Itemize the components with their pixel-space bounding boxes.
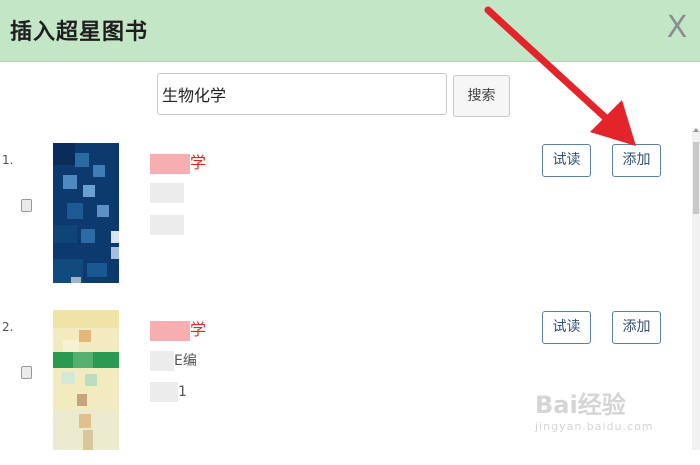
redacted-text — [150, 215, 184, 235]
watermark-url: jingyan.baidu.com — [535, 420, 654, 433]
book-publisher: 1 — [150, 382, 187, 402]
redacted-text — [150, 351, 174, 371]
redacted-text — [150, 320, 190, 341]
dialog-title: 插入超星图书 — [10, 20, 149, 45]
watermark-logo: Bai经验 — [535, 391, 626, 419]
list-item: 1. 学 试读 添加 — [0, 143, 690, 298]
scrollbar-thumb[interactable] — [693, 142, 699, 214]
book-author — [150, 183, 184, 203]
scrollbar[interactable] — [692, 128, 700, 450]
book-cover-image — [53, 310, 119, 450]
book-title[interactable]: 学 — [150, 149, 206, 174]
book-cover-image — [53, 143, 119, 283]
result-index: 1. — [2, 153, 14, 167]
scroll-up-icon[interactable] — [693, 128, 699, 132]
close-icon[interactable]: X — [664, 10, 690, 46]
redacted-text — [150, 153, 190, 174]
try-read-button[interactable]: 试读 — [542, 311, 591, 344]
result-checkbox[interactable] — [21, 366, 32, 379]
search-button[interactable]: 搜索 — [453, 75, 510, 117]
search-input[interactable] — [157, 73, 447, 115]
redacted-text — [150, 382, 178, 402]
watermark: Bai经验 jingyan.baidu.com — [535, 385, 685, 445]
book-title-text: 学 — [190, 153, 207, 172]
dialog-header: 插入超星图书 X — [0, 0, 700, 62]
result-index: 2. — [2, 320, 14, 334]
book-author: E编 — [150, 350, 197, 371]
result-checkbox[interactable] — [21, 199, 32, 212]
add-button[interactable]: 添加 — [612, 144, 661, 177]
redacted-text — [150, 183, 184, 203]
book-publisher — [150, 215, 184, 235]
add-button[interactable]: 添加 — [612, 311, 661, 344]
book-title[interactable]: 学 — [150, 316, 206, 341]
try-read-button[interactable]: 试读 — [542, 144, 591, 177]
book-title-text: 学 — [190, 320, 207, 339]
